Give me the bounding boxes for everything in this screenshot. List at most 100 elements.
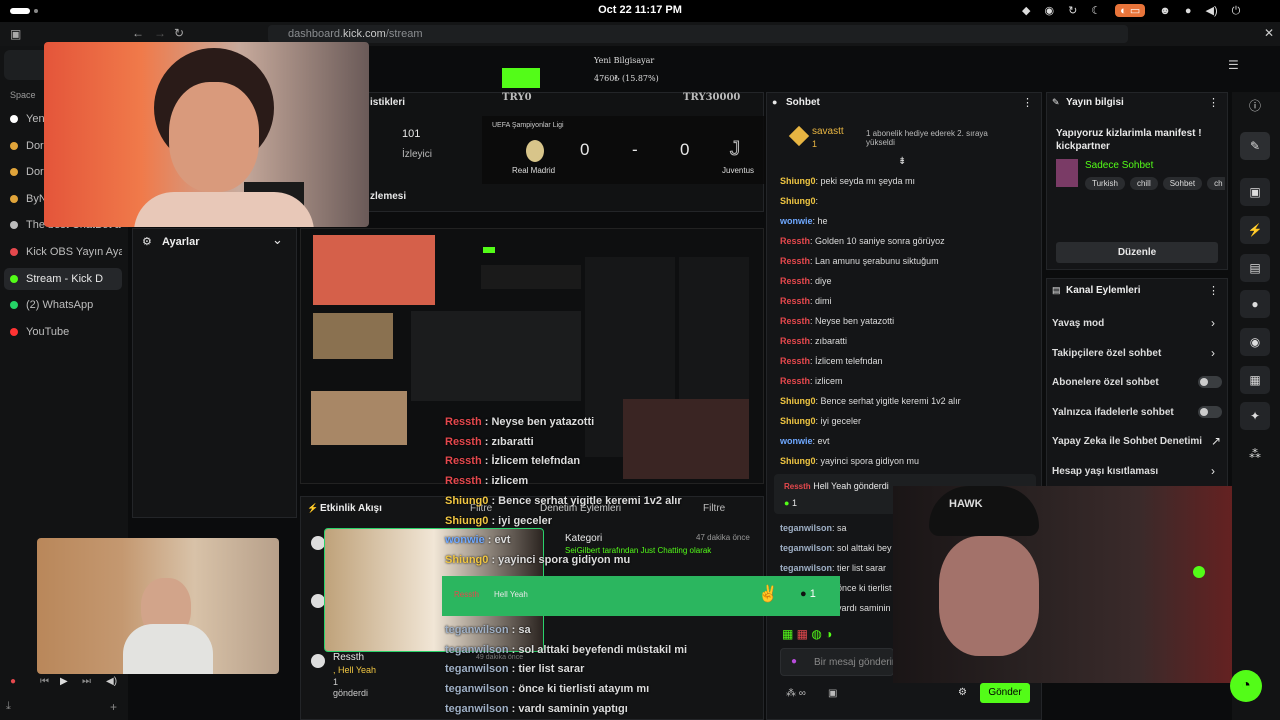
menu-icon[interactable]: ☰ bbox=[1228, 58, 1239, 72]
recording-indicator[interactable]: ◐ ▭ bbox=[1115, 4, 1146, 17]
sidebar-tab[interactable]: Stream - Kick D bbox=[4, 267, 122, 290]
scroll-down-icon[interactable]: ⇟ bbox=[898, 156, 906, 167]
chat-username[interactable]: Ressth bbox=[780, 296, 810, 306]
close-window-icon[interactable]: ✕ bbox=[1264, 26, 1274, 40]
next-icon[interactable]: ⏭ bbox=[82, 676, 91, 687]
emote-bar[interactable]: ▦ ▦ ◍ ◑ bbox=[782, 627, 832, 641]
chat-username[interactable]: Shiung0 bbox=[780, 396, 816, 406]
chat-username[interactable]: Shiung0 bbox=[780, 456, 816, 466]
category-name[interactable]: Sadece Sohbet bbox=[1085, 160, 1153, 171]
gift-icon[interactable]: ▣ bbox=[828, 688, 837, 699]
stream-tag[interactable]: Turkish bbox=[1085, 177, 1125, 190]
chat-username[interactable]: Shiung0 bbox=[780, 176, 816, 186]
channel-action-label[interactable]: Yalnızca ifadelerle sohbet bbox=[1052, 407, 1174, 418]
kick-fab-icon[interactable]: ◔ bbox=[1230, 670, 1262, 702]
back-icon[interactable]: ← bbox=[132, 26, 144, 40]
workspace-dot[interactable] bbox=[34, 9, 38, 13]
sync-icon[interactable]: ↻ bbox=[1068, 4, 1077, 17]
volume-icon[interactable]: ◀) bbox=[1206, 4, 1218, 17]
chat-username[interactable]: Ressth bbox=[780, 376, 810, 386]
channel-action-label[interactable]: Yapay Zeka ile Sohbet Denetimi bbox=[1052, 436, 1202, 447]
channel-action-toggle[interactable] bbox=[1198, 376, 1222, 388]
settings-panel bbox=[132, 228, 297, 518]
chat-username[interactable]: Ressth bbox=[780, 236, 810, 246]
people-icon[interactable]: ⁂ ∞ bbox=[786, 688, 806, 699]
overlay-hl-count-value: 1 bbox=[809, 588, 816, 600]
power-icon[interactable]: ⏻ bbox=[1232, 5, 1241, 18]
settings-title[interactable]: Ayarlar bbox=[162, 236, 200, 248]
stream-tag[interactable]: Sohbet bbox=[1162, 177, 1203, 190]
mute-icon[interactable]: ◀) bbox=[106, 676, 117, 687]
stream-info-menu-icon[interactable]: ⋮ bbox=[1208, 96, 1219, 109]
mod-filter[interactable]: Filtre bbox=[703, 503, 725, 514]
chat-username[interactable]: wonwie bbox=[780, 216, 813, 226]
channel-action-label[interactable]: Abonelere özel sohbet bbox=[1052, 377, 1159, 388]
wrench-tool-icon[interactable]: ✦ bbox=[1240, 402, 1270, 430]
chat-text: dimi bbox=[815, 296, 832, 306]
chat-username[interactable]: teganwilson bbox=[780, 543, 832, 553]
play-icon[interactable]: ▶ bbox=[60, 676, 68, 687]
lightning-icon[interactable]: ⚡ bbox=[1240, 216, 1270, 244]
chat-username[interactable]: Ressth bbox=[780, 256, 810, 266]
info-icon[interactable]: ⓘ bbox=[1240, 92, 1270, 120]
channel-actions-menu-icon[interactable]: ⋮ bbox=[1208, 284, 1219, 297]
channel-action-toggle[interactable] bbox=[1198, 405, 1222, 418]
tab-favicon-icon bbox=[10, 301, 18, 310]
broadcast-icon[interactable]: ◉ bbox=[1240, 328, 1270, 356]
edit-stream-button[interactable]: Düzenle bbox=[1056, 242, 1218, 263]
sidebar-toggle-icon[interactable]: ▣ bbox=[10, 27, 21, 41]
chat-message: Ressth: Golden 10 saniye sonra görüyoz bbox=[780, 236, 945, 246]
sidebar-tab[interactable]: Kick OBS Yayın Aya bbox=[10, 241, 122, 263]
url-bar[interactable]: dashboard.kick.com/stream bbox=[268, 25, 1128, 43]
emote-picker-icon[interactable]: ● bbox=[791, 656, 797, 667]
chat-menu-icon[interactable]: ⋮ bbox=[1022, 96, 1033, 109]
highlight-user[interactable]: Ressth bbox=[784, 482, 811, 491]
community-icon[interactable]: ⁂ bbox=[1240, 440, 1270, 468]
chevron-right-icon[interactable]: › bbox=[1211, 464, 1215, 478]
send-button[interactable]: Gönder bbox=[980, 683, 1030, 703]
new-tab-icon[interactable]: + bbox=[110, 700, 117, 714]
chat-username[interactable]: Ressth bbox=[780, 356, 810, 366]
stream-tag[interactable]: chill bbox=[1129, 177, 1158, 190]
chat-username[interactable]: Shiung0 bbox=[780, 196, 816, 206]
chat-username[interactable]: Shiung0 bbox=[780, 416, 816, 426]
moon-icon[interactable]: ☾ bbox=[1091, 4, 1101, 17]
chat-input[interactable]: ● Bir mesaj gönderin bbox=[780, 648, 897, 676]
edit-icon[interactable]: ✎ bbox=[1240, 132, 1270, 160]
discord-icon[interactable]: ◆ bbox=[1022, 4, 1030, 17]
channel-action-label[interactable]: Takipçilere özel sohbet bbox=[1052, 348, 1161, 359]
overlay-text: İzlicem telefndan bbox=[491, 455, 581, 468]
chat-username[interactable]: Ressth bbox=[780, 276, 810, 286]
viewer-label: İzleyici bbox=[402, 149, 433, 160]
download-icon[interactable]: ⤓ bbox=[6, 700, 11, 713]
mic-icon[interactable]: ● bbox=[1185, 5, 1192, 17]
chat-icon[interactable]: ● bbox=[1240, 290, 1270, 318]
workspace-indicator[interactable] bbox=[10, 8, 30, 14]
channel-action-label[interactable]: Hesap yaşı kısıtlaması bbox=[1052, 466, 1158, 477]
chat-username[interactable]: Ressth bbox=[780, 316, 810, 326]
chrome-icon[interactable]: ◉ bbox=[1044, 4, 1054, 17]
chat-username[interactable]: teganwilson bbox=[780, 563, 832, 573]
notes-icon[interactable]: ▤ bbox=[1240, 254, 1270, 282]
stream-tag[interactable]: ch bbox=[1207, 177, 1225, 190]
chat-username[interactable]: wonwie bbox=[780, 436, 813, 446]
chevron-down-icon[interactable]: ⌄ bbox=[272, 232, 283, 248]
reload-icon[interactable]: ↻ bbox=[174, 26, 184, 40]
chat-username[interactable]: Ressth bbox=[780, 336, 810, 346]
sidebar-tab[interactable]: YouTube bbox=[10, 321, 122, 343]
prev-icon[interactable]: ⏮ bbox=[40, 676, 49, 687]
sidebar-tab[interactable]: (2) WhatsApp bbox=[10, 294, 122, 316]
chevron-right-icon[interactable]: › bbox=[1211, 346, 1215, 360]
system-clock[interactable]: Oct 22 11:17 PM bbox=[560, 4, 720, 16]
chevron-right-icon[interactable]: › bbox=[1211, 316, 1215, 330]
chat-settings-icon[interactable]: ⚙ bbox=[958, 687, 967, 698]
user-icon[interactable]: ☻ bbox=[1159, 5, 1171, 17]
layout-icon[interactable]: ▦ bbox=[1240, 366, 1270, 394]
pinned-user[interactable]: savastt bbox=[812, 126, 844, 137]
channel-action-label[interactable]: Yavaş mod bbox=[1052, 318, 1104, 329]
youtube-mini-icon[interactable]: ● bbox=[10, 676, 16, 687]
external-link-icon[interactable]: ↗ bbox=[1211, 434, 1221, 448]
camera-icon[interactable]: ▣ bbox=[1240, 178, 1270, 206]
forward-icon[interactable]: → bbox=[154, 26, 166, 40]
chat-username[interactable]: teganwilson bbox=[780, 523, 832, 533]
